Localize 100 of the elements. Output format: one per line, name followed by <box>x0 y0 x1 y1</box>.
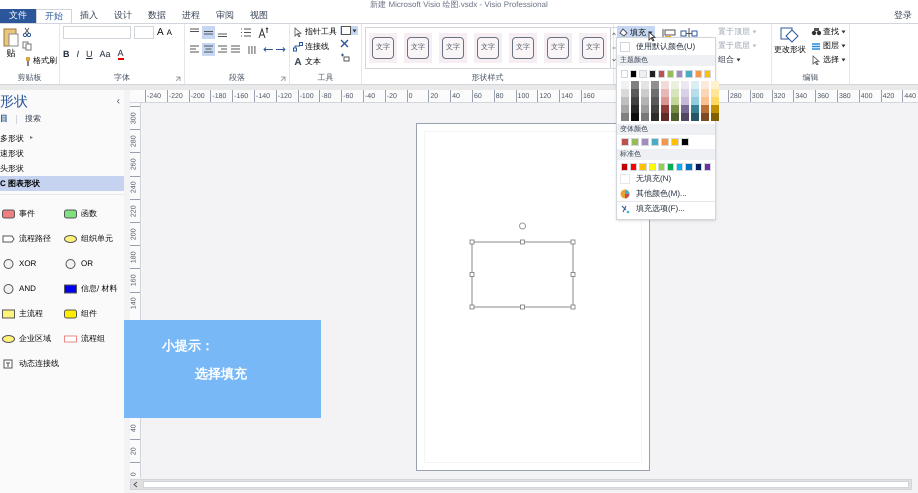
ribbon-tab[interactable]: 插入 <box>72 9 106 23</box>
align-horizontal-button[interactable] <box>202 43 215 56</box>
color-swatch[interactable] <box>658 70 666 78</box>
ribbon-tab[interactable]: 开始 <box>36 9 72 23</box>
format-painter-button[interactable]: 格式刷 <box>22 55 57 67</box>
color-swatch[interactable] <box>661 138 669 146</box>
columns-icon[interactable] <box>247 44 258 55</box>
shape-item[interactable]: AND <box>0 276 62 301</box>
layers-button[interactable]: 图层 <box>811 40 846 51</box>
align-icon[interactable] <box>680 28 698 39</box>
color-swatch[interactable] <box>651 138 659 146</box>
italic-button[interactable]: I <box>76 48 80 62</box>
pointer-tool-button[interactable]: 指针工具 <box>293 26 337 38</box>
text-direction-icon[interactable] <box>258 26 270 38</box>
shape-item[interactable]: 企业区域 <box>0 326 62 351</box>
shape-item[interactable]: 组织单元 <box>62 226 124 251</box>
color-swatch[interactable] <box>639 163 647 171</box>
color-swatch[interactable] <box>621 70 628 78</box>
outdent-icon[interactable] <box>263 45 274 54</box>
close-icon[interactable] <box>340 39 349 48</box>
shape-item[interactable]: 主流程 <box>0 301 62 326</box>
grow-font-button[interactable]: A <box>157 28 164 38</box>
color-swatch[interactable] <box>667 70 674 78</box>
shape-item[interactable]: 动态连接线 <box>0 351 62 376</box>
ribbon-tab[interactable]: 设计 <box>106 9 140 23</box>
color-swatch[interactable] <box>681 138 689 146</box>
color-swatch[interactable] <box>685 163 693 171</box>
shape-item[interactable]: 流程组 <box>62 326 124 351</box>
collapse-button[interactable]: ‹ <box>116 94 120 108</box>
color-swatch[interactable] <box>694 70 702 78</box>
none-fill-item[interactable]: 无填充(N) <box>617 171 715 186</box>
color-swatch[interactable] <box>648 70 656 78</box>
color-swatch[interactable] <box>667 163 674 171</box>
color-swatch[interactable] <box>630 163 638 171</box>
font-size-field[interactable] <box>134 26 154 39</box>
color-swatch[interactable] <box>704 163 712 171</box>
scissors-icon[interactable] <box>22 27 32 37</box>
select-button[interactable]: 选择 <box>811 54 846 65</box>
change-shape-button[interactable]: 更改形状 <box>775 26 805 72</box>
color-shades[interactable] <box>651 81 659 121</box>
color-shades[interactable] <box>711 81 719 121</box>
color-swatch[interactable] <box>648 163 656 171</box>
panel-tab[interactable]: 搜索 <box>25 113 41 125</box>
color-swatch[interactable] <box>676 70 684 78</box>
shape-item[interactable]: OR <box>62 251 124 276</box>
font-name-field[interactable] <box>63 26 131 39</box>
selected-rectangle-shape[interactable] <box>468 222 577 311</box>
color-shades[interactable] <box>641 81 649 121</box>
rectangle-tool-button[interactable] <box>340 26 358 35</box>
align-vertical-button[interactable] <box>202 26 215 39</box>
horizontal-scrollbar[interactable] <box>130 479 912 490</box>
connector-tool-button[interactable]: 连接线 <box>293 41 337 53</box>
stencil-item[interactable]: 头形状 <box>0 161 124 176</box>
copy-icon[interactable] <box>22 41 32 51</box>
color-swatch[interactable] <box>704 70 712 78</box>
change-case-button[interactable]: Aa <box>100 48 111 62</box>
color-swatch[interactable] <box>631 138 639 146</box>
color-swatch[interactable] <box>658 163 666 171</box>
panel-tab[interactable]: 目 <box>0 113 8 125</box>
color-shades[interactable] <box>621 81 629 121</box>
indent-icon[interactable] <box>275 45 286 54</box>
ribbon-tab[interactable]: 进程 <box>174 9 208 23</box>
color-shades[interactable] <box>681 81 689 121</box>
gallery-scroll-icon[interactable] <box>610 28 618 68</box>
color-swatch[interactable] <box>621 138 629 146</box>
shape-item[interactable]: XOR <box>0 251 62 276</box>
shape-item[interactable]: 函数 <box>62 201 124 226</box>
color-swatch[interactable] <box>685 70 693 78</box>
dialog-launcher-icon[interactable] <box>280 76 286 82</box>
underline-button[interactable]: U <box>86 48 93 62</box>
bullet-list-icon[interactable] <box>240 27 251 38</box>
paste-button[interactable]: 贴 <box>3 26 19 72</box>
file-tab[interactable]: 文件 <box>0 9 36 23</box>
color-swatch[interactable] <box>676 163 684 171</box>
options-fill-item[interactable]: 填充选项(F)... <box>617 201 715 216</box>
shape-item[interactable]: 信息/ 材料 <box>62 276 124 301</box>
text-tool-button[interactable]: A 文本 <box>293 56 337 68</box>
shape-item[interactable]: 组件 <box>62 301 124 326</box>
sign-in-link[interactable]: 登录 <box>894 9 918 23</box>
color-swatch[interactable] <box>630 70 638 78</box>
find-button[interactable]: 查找 <box>811 26 846 37</box>
bold-button[interactable]: B <box>63 48 70 62</box>
ribbon-tab[interactable]: 审阅 <box>208 9 242 23</box>
shape-item[interactable]: 事件 <box>0 201 62 226</box>
color-shades[interactable] <box>701 81 709 121</box>
shrink-font-button[interactable]: A <box>166 28 172 36</box>
color-shades[interactable] <box>661 81 669 121</box>
color-shades[interactable] <box>631 81 639 121</box>
color-swatch[interactable] <box>641 138 649 146</box>
shape-item[interactable]: 流程路径 <box>0 226 62 251</box>
stencil-item[interactable]: 速形状 <box>0 146 124 161</box>
dialog-launcher-icon[interactable] <box>175 76 181 82</box>
color-swatch[interactable] <box>671 138 679 146</box>
color-shades[interactable] <box>691 81 699 121</box>
default-color-item[interactable]: 使用默认颜色(U) <box>617 38 715 55</box>
color-swatch[interactable] <box>621 163 628 171</box>
arrange-menu-button[interactable]: 组合 <box>718 54 757 65</box>
more-fill-item[interactable]: 其他颜色(M)... <box>617 186 715 201</box>
ribbon-tab[interactable]: 视图 <box>242 9 276 23</box>
stencil-item[interactable]: C 图表形状 <box>0 176 124 191</box>
